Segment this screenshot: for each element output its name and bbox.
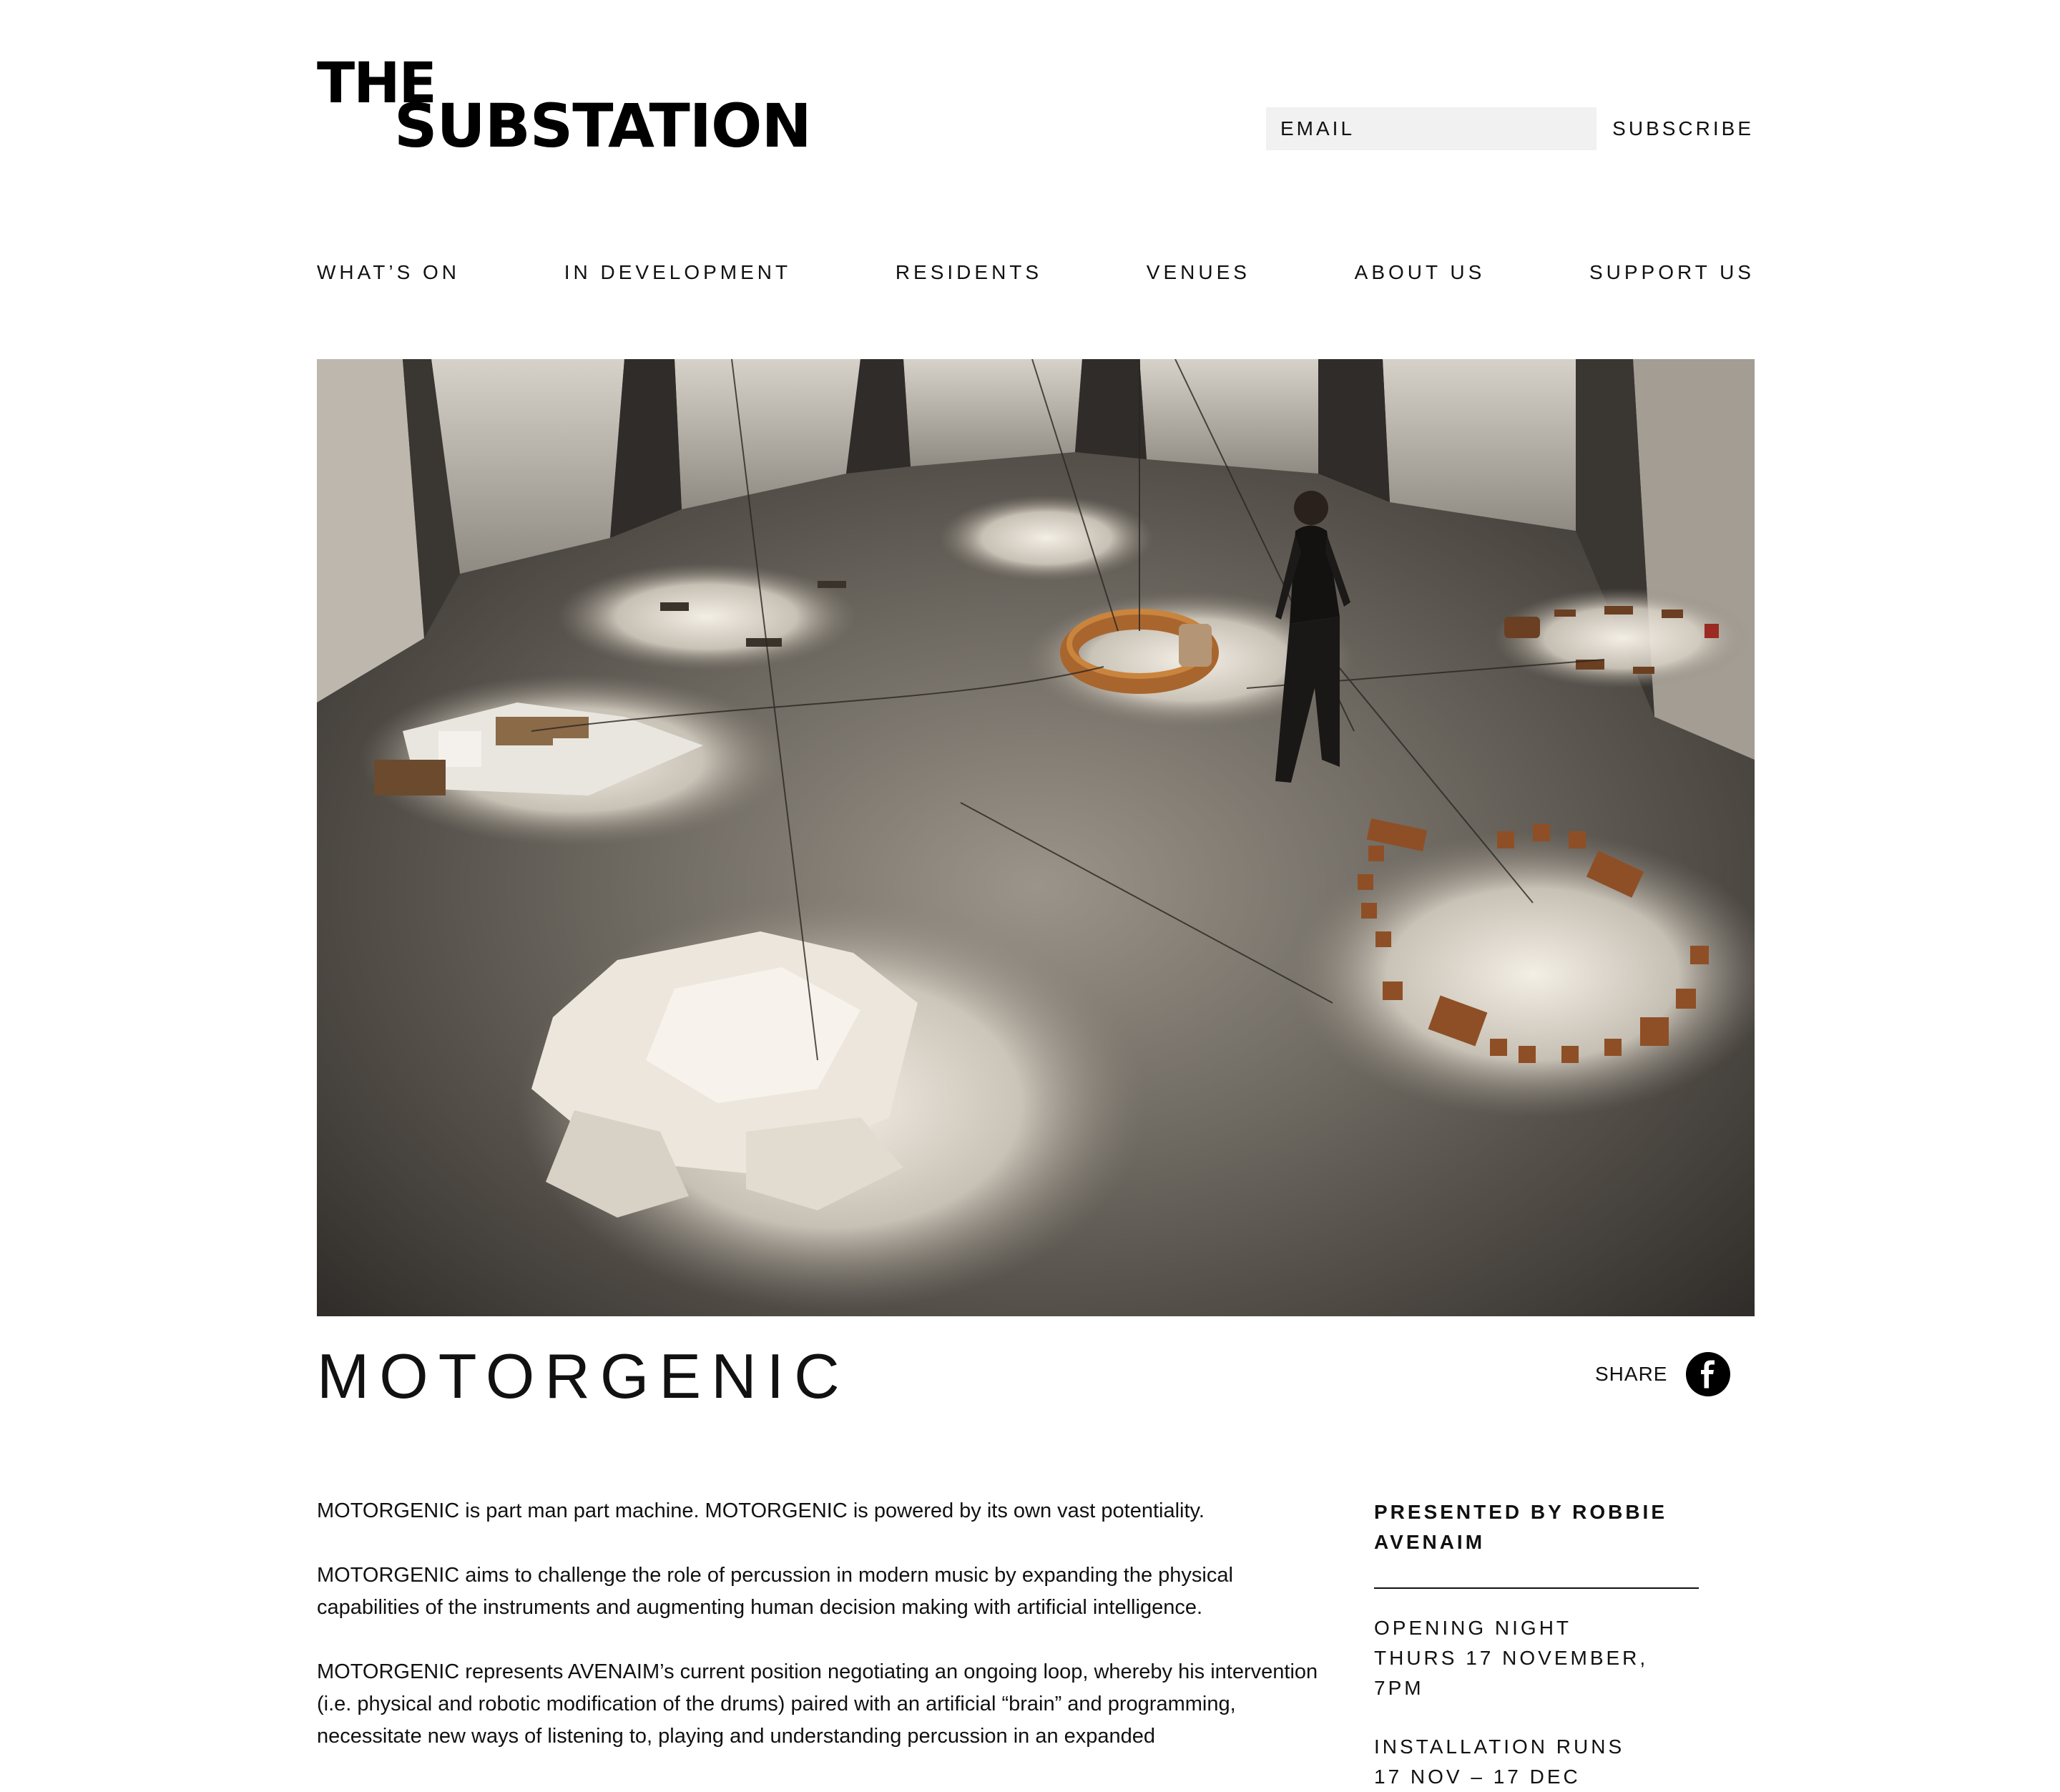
subscribe-button[interactable]: SUBSCRIBE [1611, 107, 1754, 150]
site-logo[interactable]: THE SUBSTATION [317, 56, 812, 163]
nav-item-support-us[interactable]: SUPPORT US [1589, 261, 1755, 284]
email-input[interactable] [1266, 107, 1596, 150]
hero-image [317, 359, 1755, 1316]
description-paragraph: MOTORGENIC represents AVENAIM’s current … [317, 1660, 1318, 1748]
main-nav: WHAT’S ON IN DEVELOPMENT RESIDENTS VENUE… [317, 255, 1755, 290]
nav-item-about-us[interactable]: ABOUT US [1355, 261, 1486, 284]
opening-night-label: OPENING NIGHT [1374, 1617, 1572, 1639]
logo-text-substation: SUBSTATION [394, 91, 812, 161]
installation-value: 17 NOV – 17 DEC [1374, 1766, 1581, 1788]
nav-item-residents[interactable]: RESIDENTS [896, 261, 1042, 284]
opening-night: OPENING NIGHT THURS 17 NOVEMBER, 7PM [1374, 1613, 1699, 1703]
facebook-glyph [1701, 1360, 1715, 1389]
event-description: MOTORGENIC is part man part machine. MOT… [317, 1495, 1333, 1785]
event-info: PRESENTED BY ROBBIE AVENAIM OPENING NIGH… [1374, 1497, 1699, 1792]
info-divider [1374, 1587, 1699, 1589]
share-label: SHARE [1595, 1363, 1668, 1385]
installation-label: INSTALLATION RUNS [1374, 1735, 1625, 1758]
opening-night-value: THURS 17 NOVEMBER, 7PM [1374, 1647, 1649, 1699]
page: THE SUBSTATION SUBSCRIBE WHAT’S ON IN DE… [0, 0, 2060, 1788]
installation-runs: INSTALLATION RUNS 17 NOV – 17 DEC [1374, 1732, 1699, 1792]
facebook-icon[interactable] [1686, 1352, 1731, 1396]
nav-item-venues[interactable]: VENUES [1147, 261, 1250, 284]
nav-item-whats-on[interactable]: WHAT’S ON [317, 261, 460, 284]
description-paragraph: MOTORGENIC aims to challenge the role of… [317, 1564, 1233, 1619]
nav-item-in-development[interactable]: IN DEVELOPMENT [564, 261, 791, 284]
share-bar: SHARE [1595, 1352, 1731, 1396]
event-title: MOTORGENIC [317, 1341, 850, 1411]
presented-by: PRESENTED BY ROBBIE AVENAIM [1374, 1501, 1667, 1553]
description-paragraph: MOTORGENIC is part man part machine. MOT… [317, 1499, 1205, 1522]
hero-illustration [317, 359, 1755, 1316]
